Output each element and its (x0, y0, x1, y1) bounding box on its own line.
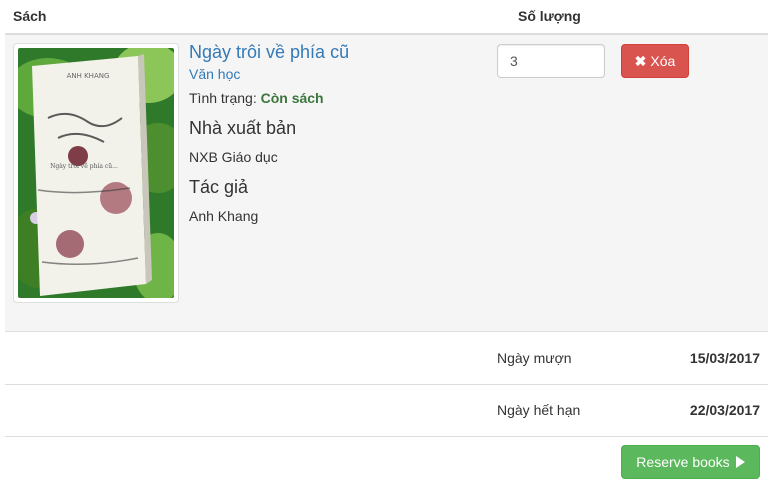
author-heading: Tác giả (189, 177, 249, 197)
status-value: Còn sách (260, 90, 324, 106)
cover-author-text: ANH KHANG (67, 72, 110, 80)
book-title-link[interactable]: Ngày trôi về phía cũ (189, 41, 479, 63)
book-thumbnail[interactable]: ANH KHANG Ngày trôi về phía cũ... (13, 43, 179, 303)
status-label: Tình trạng: (189, 90, 257, 106)
book-cover-image: ANH KHANG Ngày trôi về phía cũ... (18, 48, 174, 298)
reserve-books-label: Reserve books (636, 454, 730, 470)
borrow-date-value: 15/03/2017 (689, 350, 760, 366)
borrow-date-label: Ngày mượn (497, 350, 572, 366)
times-icon: ✖ (634, 52, 647, 69)
play-icon (735, 456, 745, 468)
due-date-row: Ngày hết hạn 22/03/2017 (5, 385, 768, 437)
due-date-value: 22/03/2017 (689, 402, 760, 418)
reserve-books-button[interactable]: Reserve books (621, 445, 760, 479)
availability-status: Tình trạng: Còn sách (189, 89, 479, 107)
delete-label: Xóa (650, 53, 676, 69)
borrow-date-row: Ngày mượn 15/03/2017 (5, 333, 768, 385)
book-category-link[interactable]: Văn học (189, 64, 479, 84)
quantity-input[interactable] (497, 44, 605, 78)
column-header-book: Sách (13, 8, 47, 24)
cover-title-text: Ngày trôi về phía cũ... (50, 162, 118, 170)
author-value: Anh Khang (189, 208, 259, 224)
book-info: Ngày trôi về phía cũ Văn học Tình trạng:… (189, 41, 479, 225)
publisher-value: NXB Giáo dục (189, 149, 278, 165)
due-date-label: Ngày hết hạn (497, 402, 581, 418)
delete-button[interactable]: ✖ Xóa (621, 44, 689, 78)
column-header-quantity: Số lượng (518, 8, 581, 24)
publisher-heading: Nhà xuất bản (189, 118, 297, 138)
cart-item-row: ANH KHANG Ngày trôi về phía cũ... Ngày t… (5, 35, 768, 332)
